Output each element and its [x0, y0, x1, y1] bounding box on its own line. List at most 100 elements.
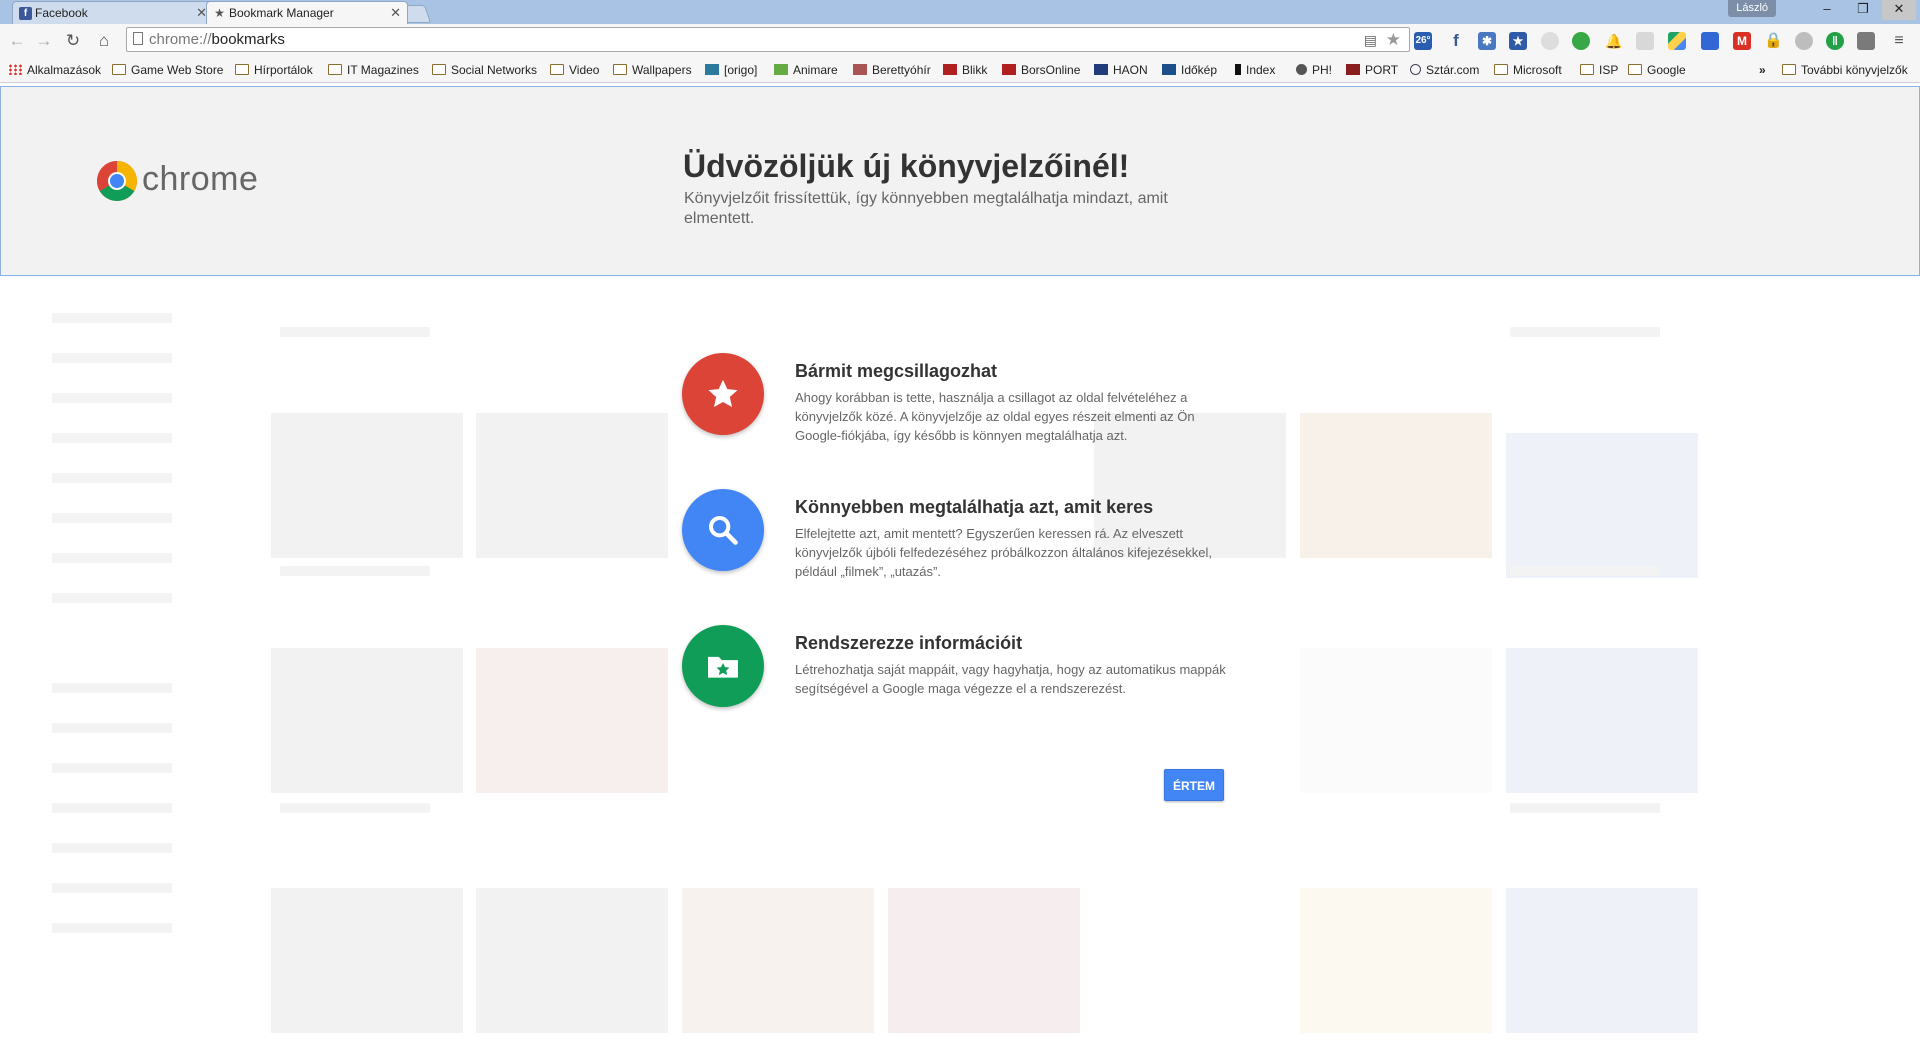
chrome-wordmark: chrome [142, 160, 259, 198]
bookmark-folder[interactable]: Hírportálok [235, 58, 313, 82]
berettyohir-icon [853, 64, 867, 75]
bookmark-folder[interactable]: ISP [1580, 58, 1618, 82]
tab-facebook[interactable]: f Facebook ✕ [12, 1, 214, 24]
bookmark-site[interactable]: Időkép [1162, 58, 1217, 82]
bookmark-folder[interactable]: Microsoft [1494, 58, 1562, 82]
background-card-label [1510, 327, 1660, 337]
tab-bookmark-manager[interactable]: ★ Bookmark Manager ✕ [206, 1, 408, 24]
feature-organize-badge [682, 625, 764, 707]
close-icon[interactable]: ✕ [390, 2, 401, 24]
background-card [1506, 433, 1698, 578]
background-sidebar-item [52, 923, 172, 933]
grid-extension-icon[interactable] [1636, 32, 1654, 50]
folder-icon [1628, 64, 1642, 75]
star-extension-icon[interactable]: ★ [1509, 32, 1527, 50]
background-sidebar-item [52, 433, 172, 443]
weather-extension-icon[interactable]: 26° [1414, 32, 1432, 50]
bell-icon[interactable]: 🔔 [1605, 32, 1623, 50]
background-card [476, 888, 668, 1033]
background-card [1300, 888, 1492, 1033]
background-card-label [1510, 803, 1660, 813]
back-button[interactable]: ← [6, 30, 28, 52]
bookmark-site[interactable]: Sztár.com [1410, 58, 1479, 82]
bookmark-site[interactable]: HAON [1094, 58, 1148, 82]
folder-star-icon [708, 656, 738, 678]
sztar-icon [1410, 64, 1421, 75]
background-card-label [280, 566, 430, 576]
feature-star-badge [682, 353, 764, 435]
evernote-extension-icon[interactable] [1572, 32, 1590, 50]
bookmark-apps[interactable]: Alkalmazások [8, 58, 101, 82]
facebook-icon: f [19, 7, 32, 20]
welcome-header: chrome Üdvözöljük új könyvjelzőinél! Kön… [0, 86, 1920, 276]
bookmark-folder[interactable]: Google [1628, 58, 1686, 82]
folder-icon [613, 64, 627, 75]
gmail-icon[interactable]: M [1733, 32, 1751, 50]
screen-extension-icon[interactable] [1701, 32, 1719, 50]
feature-title: Könnyebben megtalálhatja azt, amit keres [795, 497, 1154, 517]
address-bar[interactable]: chrome://bookmarks ▤ ★ [126, 27, 1410, 52]
background-card [1506, 888, 1698, 1033]
feature-description: Elfelejtette azt, amit mentett? Egyszerű… [795, 526, 1212, 579]
bookmark-site[interactable]: Index [1235, 58, 1275, 82]
search-extension-icon[interactable] [1541, 32, 1559, 50]
forward-button[interactable]: → [33, 30, 55, 52]
background-card [1506, 648, 1698, 793]
background-sidebar-item [52, 843, 172, 853]
feature-search-badge [682, 489, 764, 571]
bookmark-folder[interactable]: Social Networks [432, 58, 537, 82]
bookmark-folder[interactable]: Game Web Store [112, 58, 223, 82]
apps-icon [8, 64, 22, 75]
menu-icon[interactable]: ≡ [1890, 32, 1908, 50]
background-card [1300, 648, 1492, 793]
bookmark-folder[interactable]: Wallpapers [613, 58, 692, 82]
bookmark-site[interactable]: [origo] [705, 58, 757, 82]
facebook-extension-icon[interactable]: f [1447, 32, 1465, 50]
restore-button[interactable]: ❐ [1846, 0, 1880, 20]
home-button[interactable]: ⌂ [93, 30, 115, 52]
other-bookmarks-folder[interactable]: További könyvjelzők [1782, 58, 1908, 82]
ghost-extension-icon[interactable] [1795, 32, 1813, 50]
bookmark-site[interactable]: Animare [774, 58, 838, 82]
drive-icon[interactable] [1668, 32, 1686, 50]
puzzle-extension-icon[interactable]: ✱ [1478, 32, 1496, 50]
user-badge[interactable]: László [1728, 0, 1776, 17]
bookmarks-bar: Alkalmazások Game Web Store Hírportálok … [0, 58, 1920, 83]
bookmark-site[interactable]: PORT [1346, 58, 1398, 82]
got-it-button[interactable]: ÉRTEM [1164, 769, 1224, 801]
folder-icon [432, 64, 446, 75]
tab-title: Bookmark Manager [229, 6, 334, 20]
bookmark-site[interactable]: PH! [1296, 58, 1332, 82]
bookmark-site[interactable]: Blikk [943, 58, 987, 82]
background-sidebar-item [52, 763, 172, 773]
chrome-logo-icon [97, 161, 137, 201]
background-card-label [1510, 566, 1660, 576]
star-icon: ★ [214, 6, 225, 20]
background-card [271, 888, 463, 1033]
feature-title: Bármit megcsillagozhat [795, 361, 998, 381]
green-extension-icon[interactable]: ‖ [1826, 32, 1844, 50]
blikk-icon [943, 64, 957, 75]
background-card-label [280, 803, 430, 813]
bookmark-folder[interactable]: Video [550, 58, 599, 82]
minimize-button[interactable]: – [1810, 0, 1844, 20]
background-sidebar-item [52, 393, 172, 403]
folder-icon [1782, 64, 1796, 75]
bookmarks-overflow-button[interactable]: » [1759, 58, 1766, 82]
reload-button[interactable]: ↻ [62, 30, 84, 52]
welcome-subtitle: Könyvjelzőit frissítettük, így könnyebbe… [684, 190, 1168, 227]
background-card [1300, 413, 1492, 558]
bookmark-star-icon[interactable]: ★ [1386, 30, 1401, 50]
bookmark-folder[interactable]: IT Magazines [328, 58, 419, 82]
folder-icon [235, 64, 249, 75]
url-text[interactable]: chrome://bookmarks [149, 28, 285, 51]
bookmark-site[interactable]: BorsOnline [1002, 58, 1080, 82]
borsonline-icon [1002, 64, 1016, 75]
bookmark-site[interactable]: Berettyóhír [853, 58, 931, 82]
reader-mode-icon[interactable]: ▤ [1364, 32, 1377, 49]
close-window-button[interactable]: ✕ [1882, 0, 1916, 20]
tab-strip: f Facebook ✕ ★ Bookmark Manager ✕ László… [0, 0, 1920, 25]
feature-title: Rendszerezze információit [795, 633, 1023, 653]
lock-icon[interactable]: 🔒 [1764, 32, 1783, 50]
